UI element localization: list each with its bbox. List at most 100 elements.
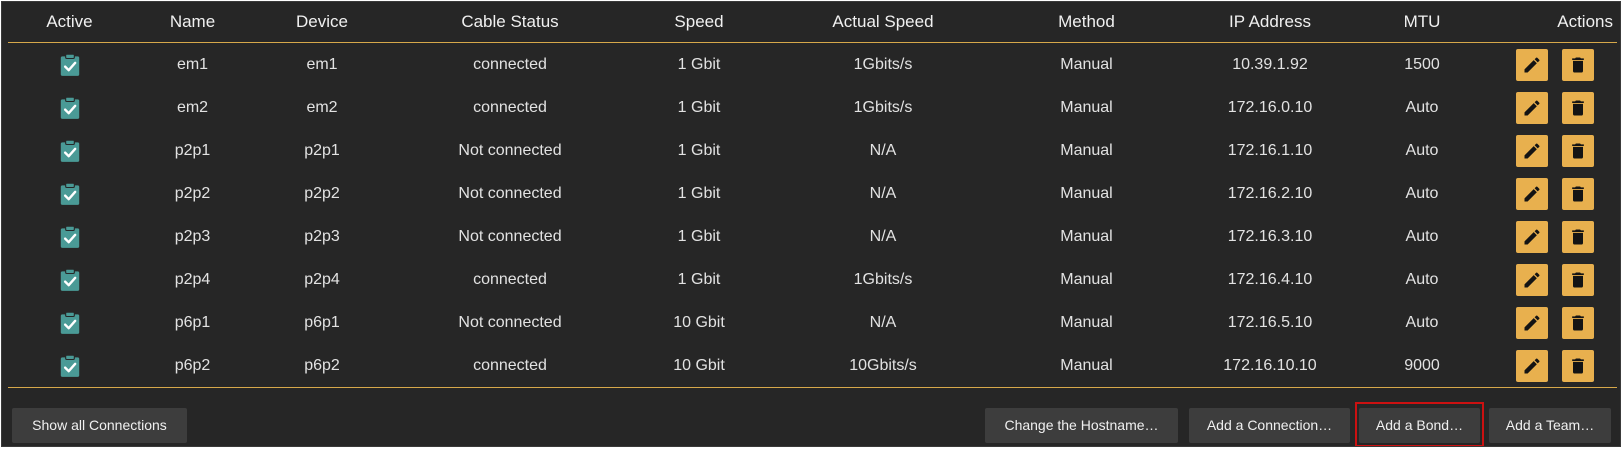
ip-address-cell: 172.16.3.10 [1227, 227, 1313, 245]
add-bond-button[interactable]: Add a Bond… [1359, 408, 1480, 443]
actual-speed-cell: 10Gbits/s [768, 344, 998, 388]
method-cell: Manual [1060, 55, 1113, 73]
actual-speed-cell: N/A [869, 227, 897, 245]
add-team-button[interactable]: Add a Team… [1489, 408, 1611, 443]
name-cell: p2p4 [174, 270, 211, 288]
cable-status-cell: Not connected [458, 184, 562, 202]
ip-address-cell: 172.16.1.10 [1227, 141, 1313, 159]
mtu-cell: Auto [1405, 270, 1439, 288]
mtu-cell: Auto [1405, 141, 1439, 159]
clipboard-check-icon[interactable] [57, 353, 83, 379]
actions-cell [1479, 43, 1617, 87]
cable-status-cell: connected [473, 98, 547, 116]
actual-speed-cell: 1Gbits/s [853, 55, 913, 73]
cable-status-cell: connected [390, 344, 630, 388]
table-row: p2p3 p2p3 Not connected 1 Gbit N/A Manual 172.… [8, 215, 1617, 258]
actual-speed-cell: N/A [869, 184, 897, 202]
speed-cell: 1 Gbit [677, 98, 721, 116]
active-cell [8, 43, 131, 87]
name-cell: p2p1 [174, 141, 211, 159]
table-row: em1 em1 connected 1 Gbit 1Gbits/s Manual 10.39… [8, 43, 1617, 87]
speed-cell: 10 Gbit [673, 313, 725, 331]
delete-button[interactable] [1562, 349, 1594, 382]
method-cell: Manual [1060, 184, 1113, 202]
cable-status-cell: Not connected [458, 141, 562, 159]
delete-button[interactable] [1562, 306, 1594, 339]
add-connection-button[interactable]: Add a Connection… [1189, 408, 1350, 443]
ip-address-cell: 172.16.2.10 [1227, 184, 1313, 202]
edit-button[interactable] [1516, 177, 1548, 210]
header-active[interactable]: Active [8, 2, 131, 43]
clipboard-check-icon[interactable] [57, 138, 83, 164]
method-cell: Manual [998, 344, 1175, 388]
actual-speed-cell: N/A [869, 141, 897, 159]
show-all-connections-button[interactable]: Show all Connections [12, 408, 187, 443]
table-row: p6p2 p6p2 connected 10 Gbit 10Gbits/s Manual 1… [8, 344, 1617, 388]
method-cell: Manual [1060, 141, 1113, 159]
delete-button[interactable] [1562, 48, 1594, 81]
header-speed[interactable]: Speed [630, 2, 768, 43]
table-row: p6p1 p6p1 Not connected 10 Gbit N/A Manual 172… [8, 301, 1617, 344]
change-hostname-button[interactable]: Change the Hostname… [985, 408, 1178, 443]
actions-cell [1479, 129, 1617, 172]
ip-address-cell: 172.16.0.10 [1227, 98, 1313, 116]
actions-cell [1479, 258, 1617, 301]
cable-status-cell: Not connected [458, 227, 562, 245]
actions-cell [1479, 172, 1617, 215]
delete-button[interactable] [1562, 177, 1594, 210]
edit-button[interactable] [1516, 220, 1548, 253]
ip-address-cell: 172.16.4.10 [1227, 270, 1313, 288]
mtu-cell: Auto [1405, 227, 1439, 245]
cable-status-cell: connected [473, 270, 547, 288]
clipboard-check-icon[interactable] [57, 95, 83, 121]
active-cell [8, 301, 131, 344]
edit-button[interactable] [1516, 134, 1548, 167]
clipboard-check-icon[interactable] [57, 181, 83, 207]
speed-cell: 1 Gbit [677, 141, 721, 159]
active-cell [8, 258, 131, 301]
header-method[interactable]: Method [998, 2, 1175, 43]
connections-panel: Active Name Device Cable Status Speed Ac… [1, 1, 1621, 447]
edit-button[interactable] [1516, 91, 1548, 124]
header-name[interactable]: Name [131, 2, 254, 43]
speed-cell: 1 Gbit [677, 270, 721, 288]
edit-button[interactable] [1516, 48, 1548, 81]
device-cell: em1 [306, 55, 338, 73]
speed-cell: 10 Gbit [630, 344, 768, 388]
name-cell: em1 [176, 55, 209, 73]
name-cell: p2p2 [174, 184, 211, 202]
connections-table: Active Name Device Cable Status Speed Ac… [8, 2, 1617, 388]
device-cell: p2p2 [304, 184, 340, 202]
header-cable-status[interactable]: Cable Status [390, 2, 630, 43]
delete-button[interactable] [1562, 263, 1594, 296]
cable-status-cell: connected [473, 55, 547, 73]
table-row: em2 em2 connected 1 Gbit 1Gbits/s Manual 172.1… [8, 86, 1617, 129]
active-cell [8, 86, 131, 129]
ip-address-cell: 172.16.5.10 [1227, 313, 1313, 331]
edit-button[interactable] [1516, 349, 1548, 382]
device-cell: p2p1 [304, 141, 340, 159]
delete-button[interactable] [1562, 91, 1594, 124]
name-cell: em2 [176, 98, 209, 116]
header-device[interactable]: Device [254, 2, 390, 43]
clipboard-check-icon[interactable] [57, 310, 83, 336]
speed-cell: 1 Gbit [677, 227, 721, 245]
clipboard-check-icon[interactable] [57, 52, 83, 78]
delete-button[interactable] [1562, 220, 1594, 253]
edit-button[interactable] [1516, 306, 1548, 339]
header-actual-speed[interactable]: Actual Speed [768, 2, 998, 43]
name-cell: p6p1 [174, 313, 211, 331]
mtu-cell: Auto [1405, 184, 1439, 202]
actual-speed-cell: 1Gbits/s [853, 98, 913, 116]
clipboard-check-icon[interactable] [57, 267, 83, 293]
actions-cell [1479, 86, 1617, 129]
active-cell [8, 344, 131, 388]
delete-button[interactable] [1562, 134, 1594, 167]
ip-address-cell: 172.16.10.10 [1175, 344, 1365, 388]
header-ip-address[interactable]: IP Address [1175, 2, 1365, 43]
header-mtu[interactable]: MTU [1365, 2, 1479, 43]
clipboard-check-icon[interactable] [57, 224, 83, 250]
edit-button[interactable] [1516, 263, 1548, 296]
actions-cell [1479, 344, 1617, 388]
mtu-cell: 1500 [1404, 55, 1440, 73]
